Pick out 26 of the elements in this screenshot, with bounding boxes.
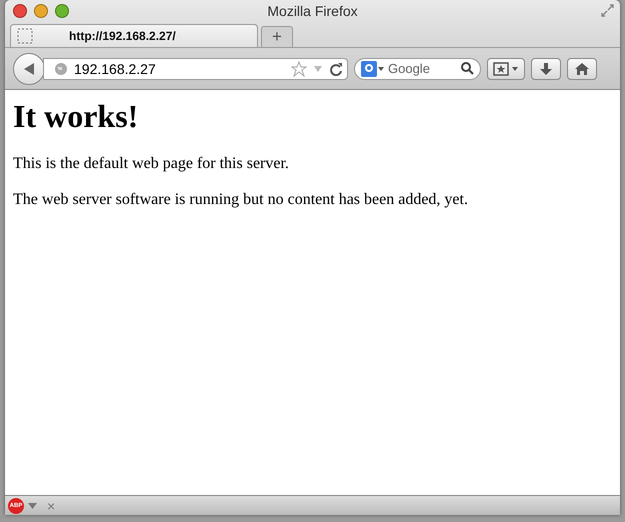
page-icon: [17, 28, 33, 44]
minimize-button[interactable]: [34, 4, 48, 18]
zoom-button[interactable]: [55, 4, 69, 18]
search-icon[interactable]: [461, 62, 474, 75]
bookmarks-button[interactable]: [487, 58, 525, 80]
address-field[interactable]: 192.168.2.27: [43, 58, 348, 80]
new-tab-button[interactable]: +: [261, 26, 293, 47]
reload-icon[interactable]: [329, 62, 343, 76]
home-icon: [575, 62, 589, 76]
back-button[interactable]: [13, 52, 45, 84]
search-field[interactable]: Google: [354, 58, 481, 80]
close-button[interactable]: [13, 4, 27, 18]
home-button[interactable]: [567, 58, 597, 80]
back-icon: [22, 62, 36, 76]
download-icon: [539, 62, 553, 76]
page-heading: It works!: [13, 98, 140, 135]
browser-tab[interactable]: http://192.168.2.27/: [10, 24, 258, 47]
downloads-button[interactable]: [531, 58, 561, 80]
bookmarks-icon: [493, 62, 519, 76]
window-title: Mozilla Firefox: [267, 3, 358, 19]
star-icon[interactable]: [291, 60, 307, 76]
page-paragraph: The web server software is running but no content has been added, yet.: [13, 191, 469, 209]
search-engine-icon[interactable]: [361, 60, 385, 76]
dropdown-icon[interactable]: [28, 502, 37, 508]
page-paragraph: This is the default web page for this server.: [13, 155, 290, 173]
fullscreen-icon[interactable]: [601, 4, 614, 17]
